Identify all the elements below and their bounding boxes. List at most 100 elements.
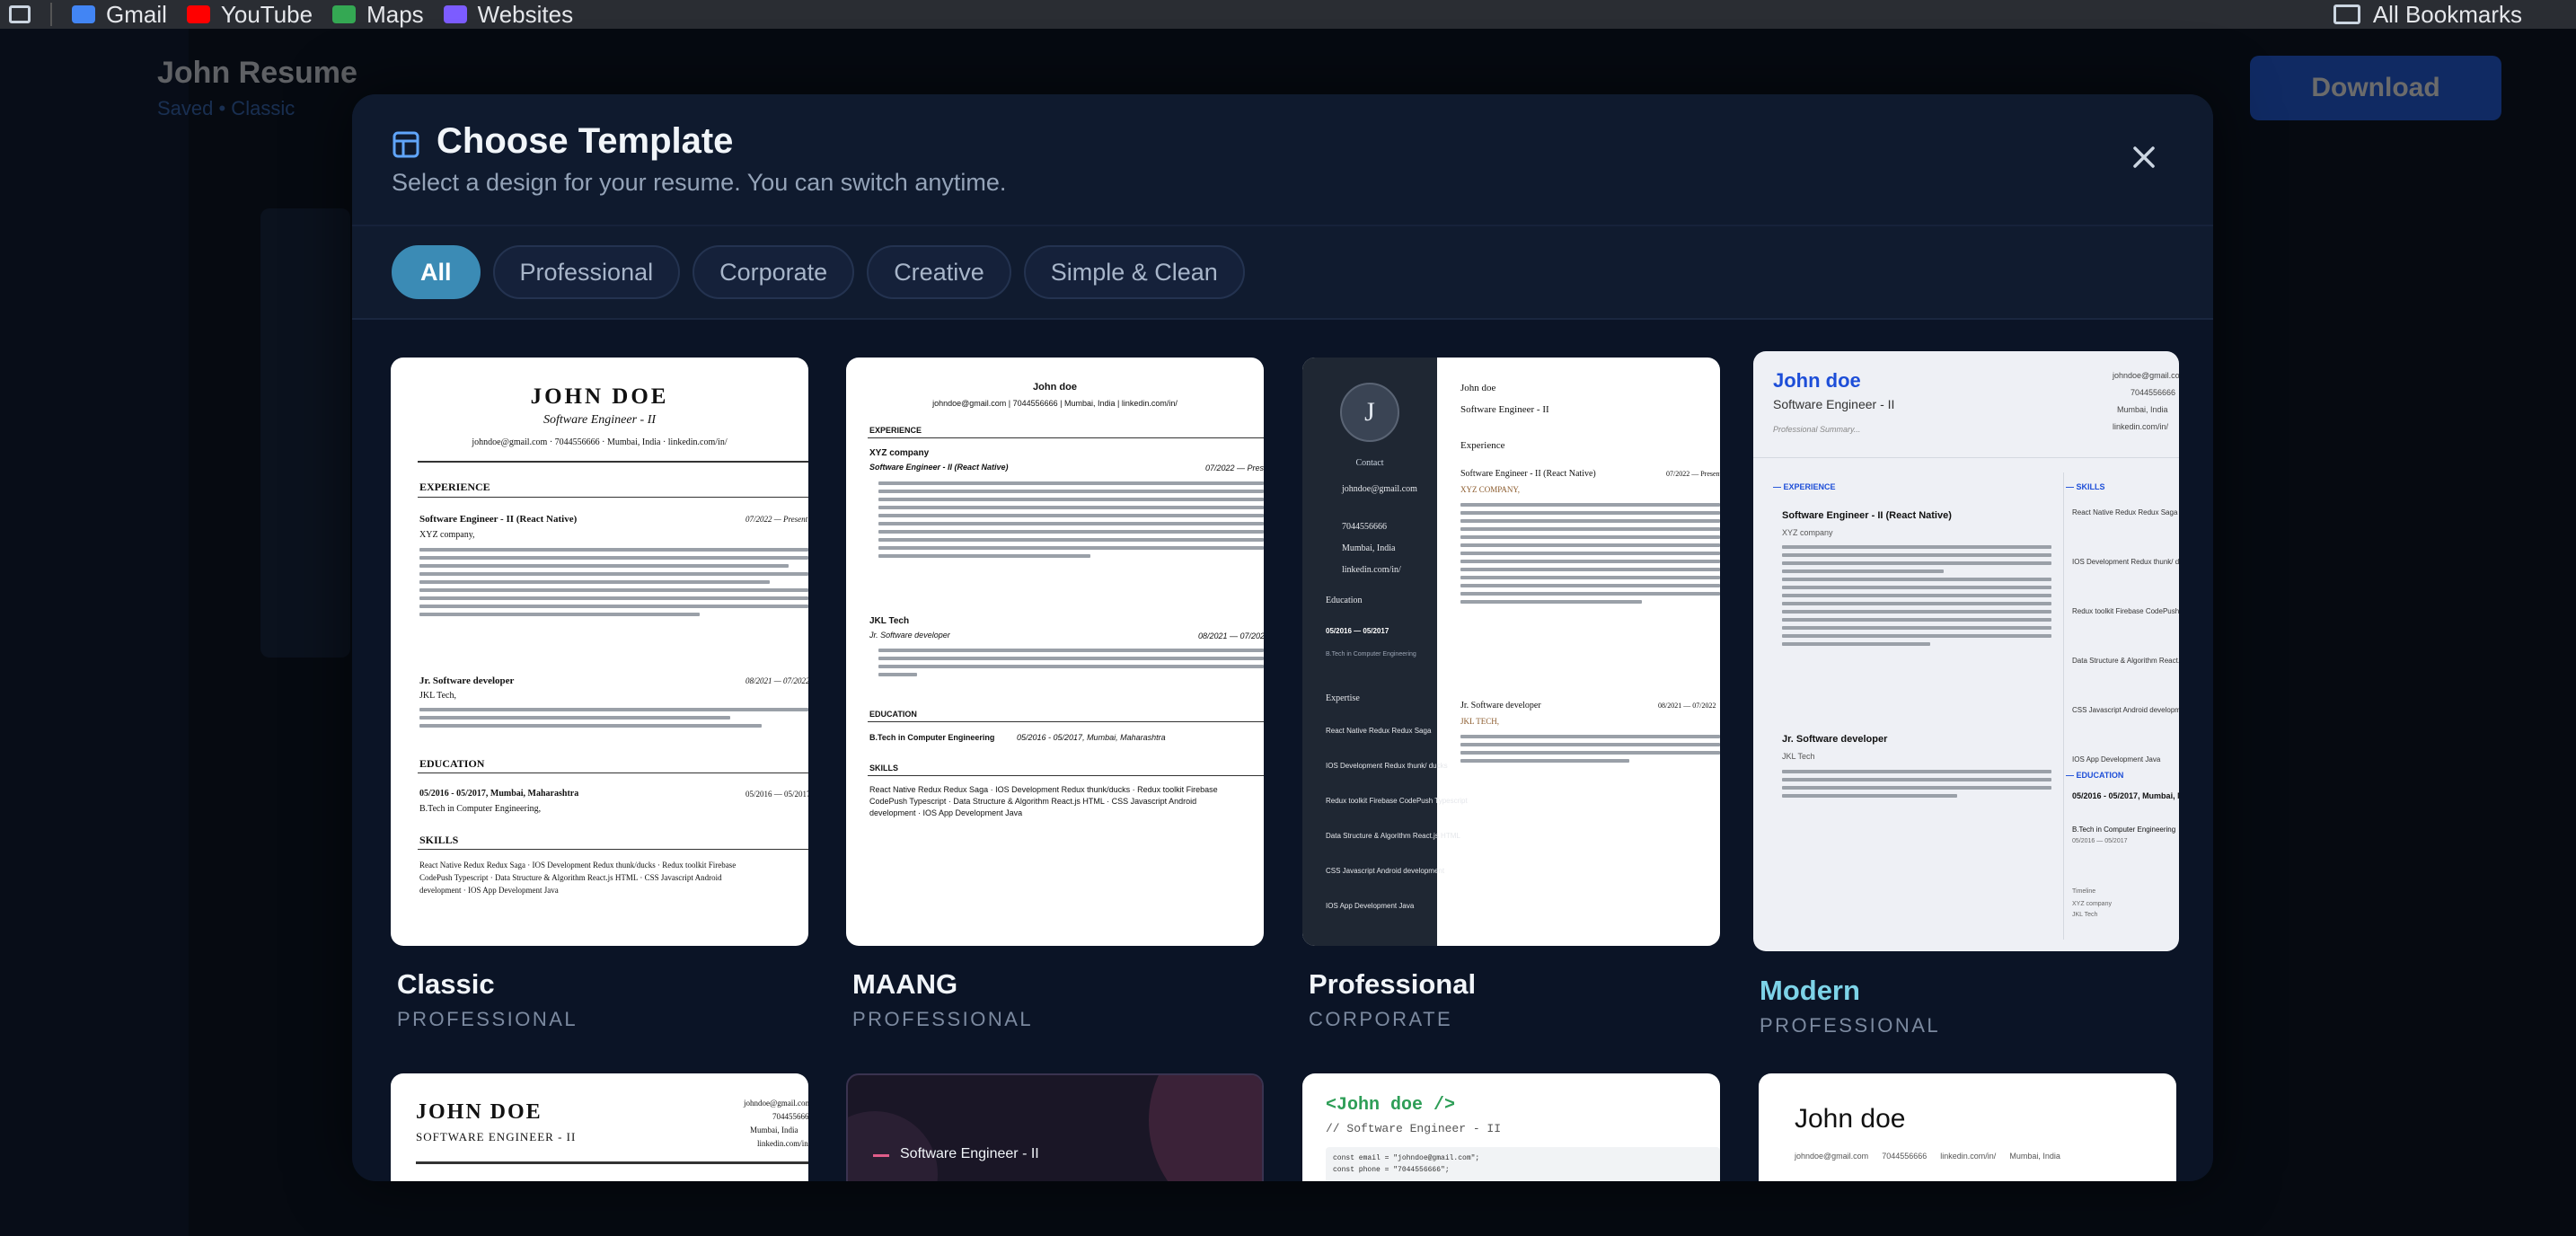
preview-edu-line: 05/2016 - 05/2017, Mumbai, Maharashtra xyxy=(1017,733,1166,742)
template-category-professional: CORPORATE xyxy=(1309,1008,1453,1030)
preview-skill-item: Redux toolkit Firebase CodePush Typescri… xyxy=(2072,607,2179,615)
template-card-maang[interactable]: John doe johndoe@gmail.com | 7044556666 … xyxy=(846,358,1264,946)
bookmarks-separator xyxy=(50,3,52,26)
preview-degree: B.Tech in Computer Engineering xyxy=(2072,825,2176,834)
youtube-icon xyxy=(186,5,210,23)
filter-professional[interactable]: Professional xyxy=(492,245,681,299)
preview-degree: B.Tech in Computer Engineering xyxy=(1326,651,1416,658)
preview-job1-text xyxy=(878,481,1264,562)
template-name-professional: Professional xyxy=(1309,968,1477,1000)
preview-skill-item: IOS App Development Java xyxy=(2072,755,2161,764)
preview-timeline-item: JKL Tech xyxy=(2072,912,2098,918)
preview-job1-text xyxy=(1460,503,1720,608)
background-panel xyxy=(260,208,350,658)
bookmark-gmail[interactable]: Gmail xyxy=(72,1,167,29)
preview-expertise-item: CSS Javascript Android development xyxy=(1326,867,1445,875)
preview-phone: 7044556666 xyxy=(1342,522,1387,532)
preview-linkedin: linkedin.com/in/ xyxy=(2113,422,2169,431)
bookmark-youtube[interactable]: YouTube xyxy=(186,1,313,29)
template-card-row2-1[interactable]: JOHN DOE SOFTWARE ENGINEER - II johndoe@… xyxy=(391,1073,808,1181)
filter-corporate[interactable]: Corporate xyxy=(693,245,855,299)
template-card-row2-2[interactable]: Software Engineer - II xyxy=(846,1073,1264,1181)
preview-job1-date: 07/2022 — Present xyxy=(1205,464,1264,472)
template-card-modern[interactable]: John doe Software Engineer - II Professi… xyxy=(1753,351,2179,951)
preview-job2-title: Jr. Software developer xyxy=(1460,701,1541,711)
preview-job1-company: XYZ company xyxy=(869,448,930,458)
preview-edu-line: 05/2016 - 05/2017, Mumbai, Maharashtra xyxy=(2072,791,2179,800)
preview-code-phone: const phone = "7044556666"; xyxy=(1333,1166,1450,1174)
preview-job2-company: JKL Tech xyxy=(1782,752,1815,761)
folder-icon xyxy=(2333,4,2360,24)
modal-title: Choose Template xyxy=(437,121,734,161)
template-icon xyxy=(393,131,419,158)
template-name-classic: Classic xyxy=(397,968,495,1000)
preview-job1-date: 07/2022 — Present xyxy=(1666,470,1720,478)
websites-icon xyxy=(443,5,467,23)
preview-expertise-item: React Native Redux Redux Saga xyxy=(1326,727,1432,735)
template-card-professional[interactable]: J Contact johndoe@gmail.com 7044556666 M… xyxy=(1302,358,1720,946)
bookmark-maps[interactable]: Maps xyxy=(332,1,424,29)
filter-all[interactable]: All xyxy=(392,245,481,299)
maps-icon xyxy=(332,5,357,23)
preview-location: Mumbai, India xyxy=(1342,543,1396,553)
template-card-classic[interactable]: JOHN DOE Software Engineer - II johndoe@… xyxy=(391,358,808,946)
preview-expertise-item: IOS App Development Java xyxy=(1326,902,1415,910)
preview-job1-title: Software Engineer - II (React Native) xyxy=(1782,510,1952,521)
preview-skills-line1: React Native Redux Redux Saga · IOS Deve… xyxy=(419,861,737,870)
template-name-maang: MAANG xyxy=(852,968,958,1000)
close-icon[interactable] xyxy=(2126,139,2162,175)
preview-skill-item: React Native Redux Redux Saga xyxy=(2072,508,2178,516)
preview-role: Software Engineer - II xyxy=(1460,404,1549,415)
modal-subtitle: Select a design for your resume. You can… xyxy=(392,169,1007,196)
preview-job1-text xyxy=(1782,545,2051,650)
preview-expertise-item: IOS Development Redux thunk/ ducks xyxy=(1326,762,1448,770)
filter-creative[interactable]: Creative xyxy=(867,245,1011,299)
preview-job1-title: Software Engineer - II (React Native) xyxy=(419,514,578,525)
gmail-icon xyxy=(72,5,95,23)
preview-contact: johndoe@gmail.com 7044556666 linkedin.co… xyxy=(1795,1152,2060,1161)
preview-job2-title: Jr. Software developer xyxy=(1782,734,1888,745)
preview-section-skills: SKILLS xyxy=(419,834,459,846)
preview-column-divider xyxy=(2063,472,2064,940)
preview-job2-text xyxy=(1782,770,2051,802)
preview-skill-item: Data Structure & Algorithm React.js HTML xyxy=(2072,657,2179,665)
preview-degree: B.Tech in Computer Engineering xyxy=(869,733,995,742)
preview-skill-item: CSS Javascript Android development xyxy=(2072,706,2179,714)
preview-name: John doe xyxy=(1460,383,1496,393)
template-category-maang: PROFESSIONAL xyxy=(852,1008,1034,1030)
template-name-modern: Modern xyxy=(1760,975,1860,1006)
preview-role: SOFTWARE ENGINEER - II xyxy=(416,1130,577,1143)
preview-code-email: const email = "johndoe@gmail.com"; xyxy=(1333,1154,1480,1162)
bookmark-websites[interactable]: Websites xyxy=(443,1,573,29)
preview-job2-text xyxy=(419,708,808,732)
preview-section-skills: — SKILLS xyxy=(2066,482,2105,491)
preview-role: Software Engineer - II xyxy=(543,413,657,427)
preview-degree: B.Tech in Computer Engineering, xyxy=(419,804,542,814)
preview-edu-date: 05/2016 — 05/2017 xyxy=(1326,627,1389,635)
preview-job2-title: Jr. Software developer xyxy=(869,631,950,640)
preview-role: Software Engineer - II xyxy=(900,1146,1039,1161)
preview-location: Mumbai, India xyxy=(750,1126,798,1134)
preview-skills-line3: development · IOS App Development Java xyxy=(419,886,559,895)
preview-email: johndoe@gmail.com xyxy=(1342,484,1417,494)
preview-job1-company: XYZ company, xyxy=(419,530,475,540)
divider xyxy=(418,461,808,463)
template-card-row2-4[interactable]: John doe johndoe@gmail.com 7044556666 li… xyxy=(1759,1073,2176,1181)
template-category-modern: PROFESSIONAL xyxy=(1760,1014,1941,1037)
preview-skills-line2: CodePush Typescript · Data Structure & A… xyxy=(869,797,1197,806)
template-category-classic: PROFESSIONAL xyxy=(397,1008,578,1030)
template-card-row2-3[interactable]: <John doe /> // Software Engineer - II c… xyxy=(1302,1073,1720,1181)
preview-skills-line2: CodePush Typescript · Data Structure & A… xyxy=(419,873,722,882)
preview-job2-date: 08/2021 — 07/2022 xyxy=(745,676,808,685)
preview-job1-company: XYZ company xyxy=(1782,528,1833,537)
all-bookmarks[interactable]: All Bookmarks xyxy=(2333,0,2522,29)
modal-header: Choose Template Select a design for your… xyxy=(352,94,2213,225)
preview-expertise-title: Expertise xyxy=(1326,693,1360,703)
filter-simple-clean[interactable]: Simple & Clean xyxy=(1023,245,1245,299)
preview-timeline: Timeline xyxy=(2072,888,2096,895)
bookmarks-bar: Gmail YouTube Maps Websites All Bookmark… xyxy=(0,0,2576,29)
preview-section-experience: — EXPERIENCE xyxy=(1773,482,1836,491)
apps-grid-icon[interactable] xyxy=(9,5,31,23)
preview-role: Software Engineer - II xyxy=(1773,397,1895,411)
preview-job2-company: JKL Tech xyxy=(869,616,910,626)
